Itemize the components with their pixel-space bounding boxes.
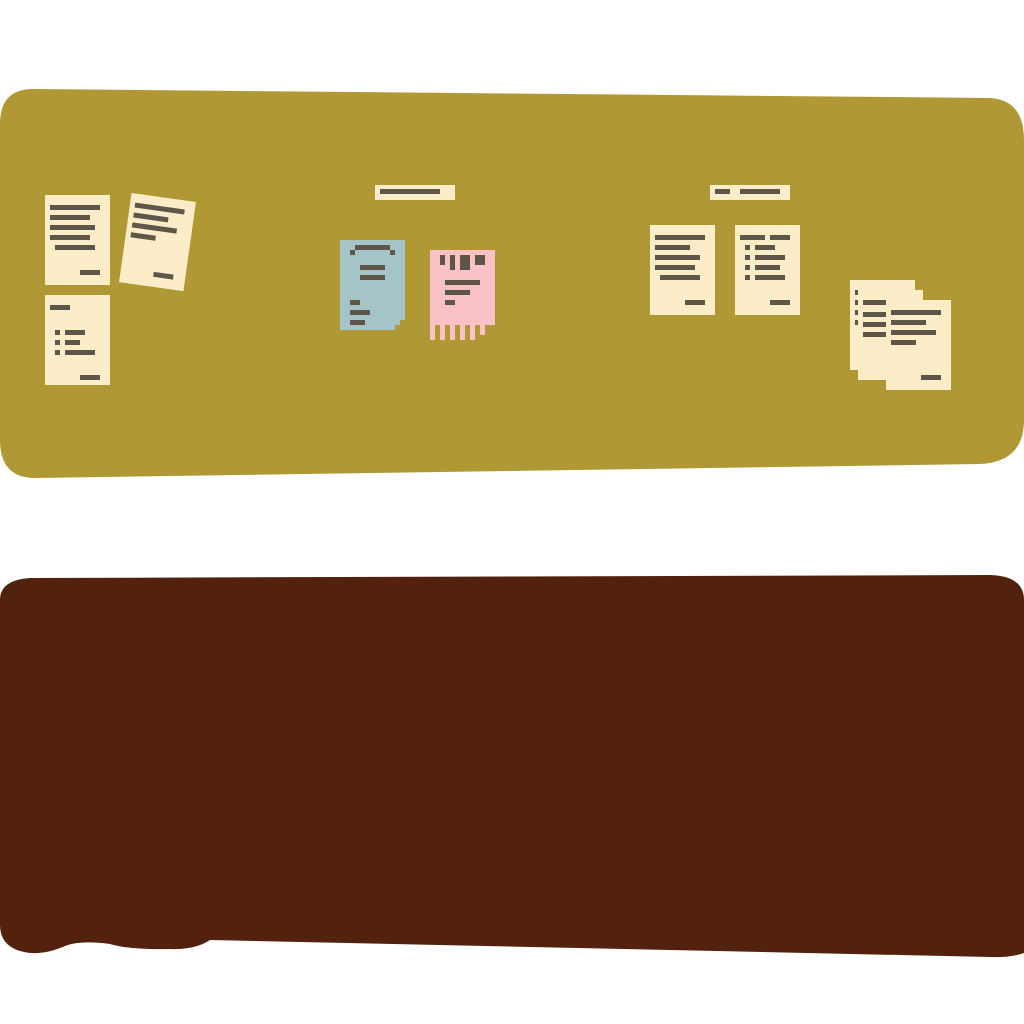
floor-area <box>0 575 1024 958</box>
document-checklist-2[interactable] <box>735 225 800 315</box>
game-scene <box>0 88 1024 958</box>
label-tag-left <box>375 185 455 200</box>
document-text-2[interactable] <box>650 225 715 315</box>
document-blue-receipt[interactable] <box>340 240 405 330</box>
document-text-1[interactable] <box>45 195 110 285</box>
label-tag-right <box>710 185 790 200</box>
document-text-tilted[interactable] <box>119 192 196 292</box>
stack-front-page <box>886 300 951 390</box>
document-checklist-1[interactable] <box>45 295 110 385</box>
